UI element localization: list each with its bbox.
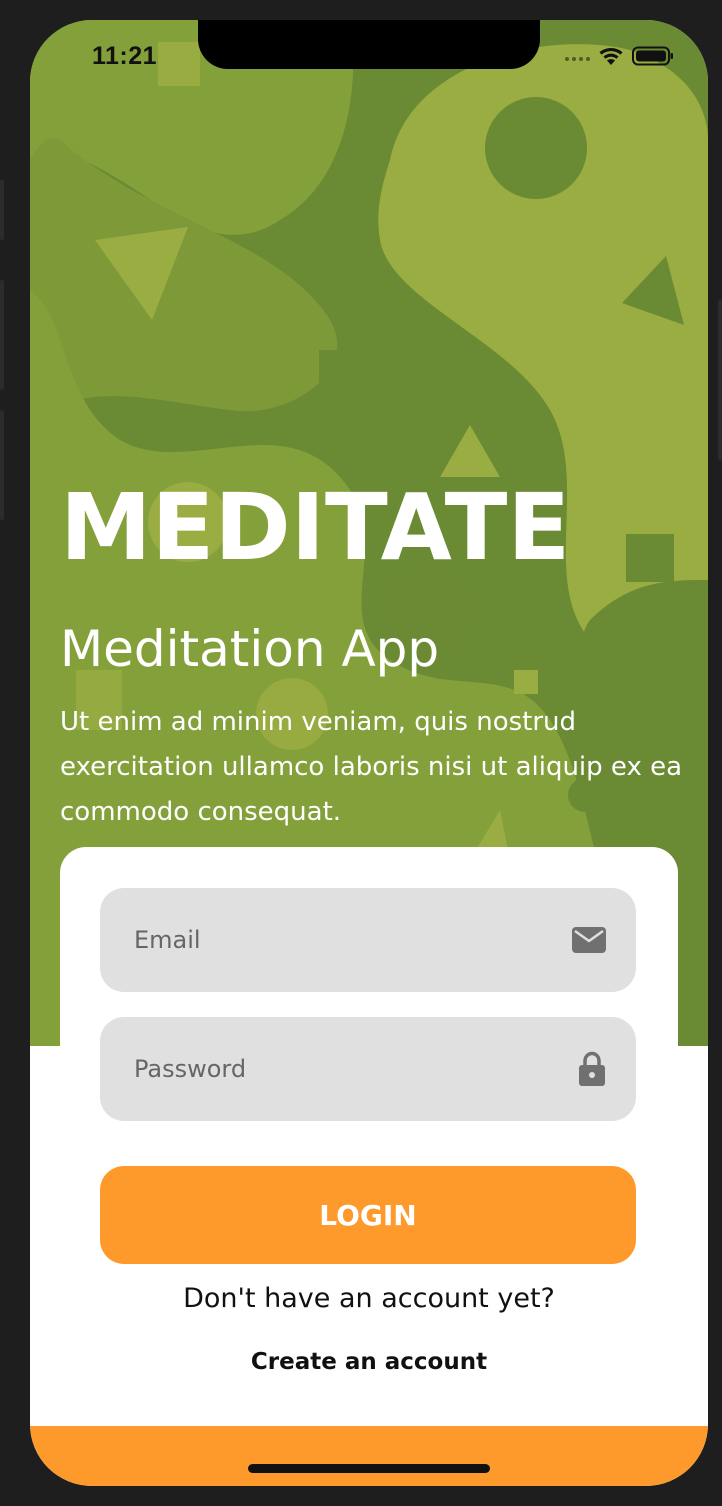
email-field[interactable] <box>134 926 554 954</box>
lock-icon <box>578 1051 606 1087</box>
login-button[interactable]: LOGIN <box>100 1166 636 1264</box>
volume-up-button <box>0 280 4 390</box>
signal-dots-icon <box>565 56 590 61</box>
wifi-icon <box>598 46 624 71</box>
device-frame: MEDITATE Meditation App Ut enim ad minim… <box>0 0 722 1506</box>
phone-screen: MEDITATE Meditation App Ut enim ad minim… <box>30 20 708 1486</box>
login-card: LOGIN Don't have an account yet? Create … <box>60 847 678 1447</box>
password-field-container <box>100 1017 636 1121</box>
mute-switch <box>0 180 4 240</box>
volume-down-button <box>0 410 4 520</box>
status-icons <box>565 46 674 71</box>
battery-icon <box>632 46 674 71</box>
create-account-link[interactable]: Create an account <box>60 1349 678 1375</box>
app-title: MEDITATE <box>60 474 571 581</box>
camera-notch <box>198 20 540 69</box>
no-account-prompt: Don't have an account yet? <box>183 1283 555 1314</box>
footer-bar <box>30 1426 708 1486</box>
status-time: 11:21 <box>92 42 158 70</box>
power-button <box>718 300 722 460</box>
app-description: Ut enim ad minim veniam, quis nostrud ex… <box>60 707 683 827</box>
home-indicator[interactable] <box>248 1464 490 1473</box>
email-field-container <box>100 888 636 992</box>
app-subtitle: Meditation App <box>60 620 440 678</box>
envelope-icon <box>572 927 606 953</box>
password-field[interactable] <box>134 1055 554 1083</box>
